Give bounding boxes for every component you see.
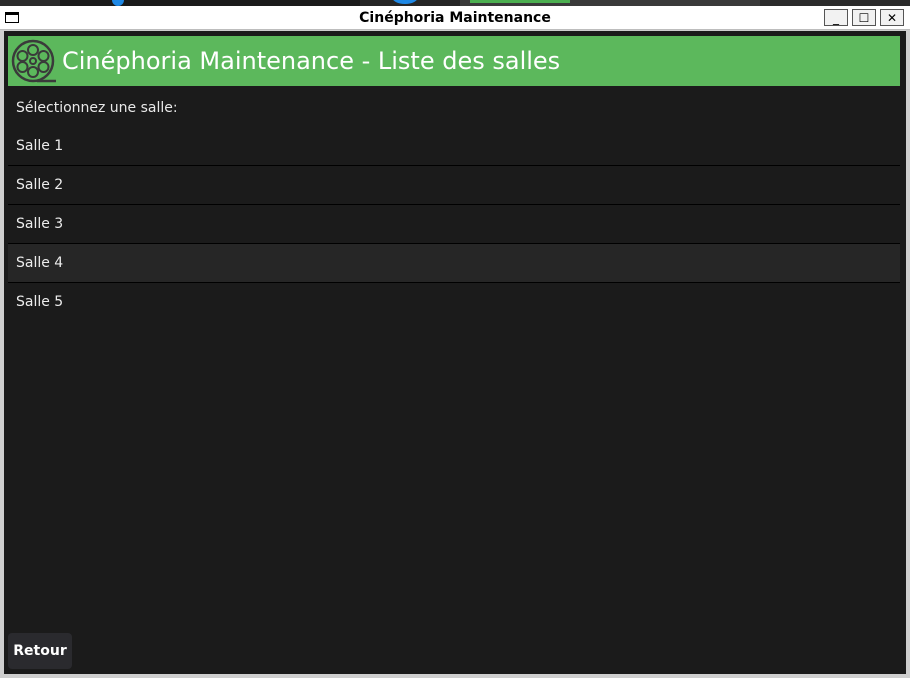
window-title: Cinéphoria Maintenance bbox=[359, 10, 551, 26]
list-item-salle-3[interactable]: Salle 3 bbox=[8, 205, 900, 244]
back-button[interactable]: Retour bbox=[8, 633, 72, 669]
close-button[interactable]: ✕ bbox=[880, 9, 904, 26]
maximize-button[interactable]: ☐ bbox=[852, 9, 876, 26]
page-title: Cinéphoria Maintenance - Liste des salle… bbox=[62, 47, 561, 75]
window-titlebar[interactable]: Cinéphoria Maintenance _ ☐ ✕ bbox=[0, 6, 910, 30]
list-item-salle-5[interactable]: Salle 5 bbox=[8, 283, 900, 321]
list-item-salle-2[interactable]: Salle 2 bbox=[8, 166, 900, 205]
room-list: Salle 1 Salle 2 Salle 3 Salle 4 Salle 5 bbox=[8, 127, 900, 321]
room-prompt-label: Sélectionnez une salle: bbox=[16, 100, 178, 116]
minimize-button[interactable]: _ bbox=[824, 9, 848, 26]
app-header: Cinéphoria Maintenance - Liste des salle… bbox=[8, 36, 900, 86]
list-item-salle-1[interactable]: Salle 1 bbox=[8, 127, 900, 166]
app-window: Cinéphoria Maintenance _ ☐ ✕ Cinéphoria … bbox=[0, 6, 910, 678]
film-reel-icon bbox=[8, 36, 58, 86]
window-content: Cinéphoria Maintenance - Liste des salle… bbox=[4, 31, 906, 674]
list-item-salle-4[interactable]: Salle 4 bbox=[8, 244, 900, 283]
